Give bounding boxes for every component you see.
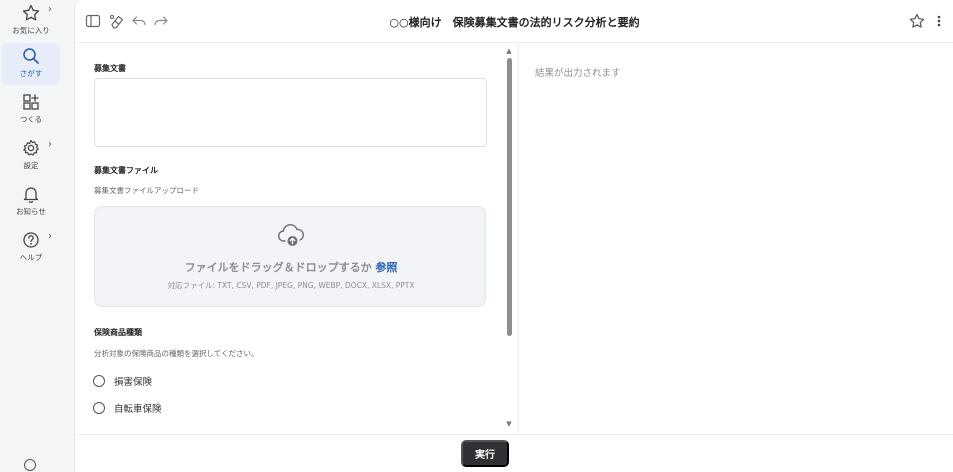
- sidebar: › お気に入り さがす つくる › 設定 お知らせ › ヘルプ: [0, 0, 62, 472]
- browse-link[interactable]: 参照: [375, 261, 397, 274]
- input-form: 募集文書 募集文書ファイル 募集文書ファイルアップロード ファイルをドラッグ＆ド…: [75, 44, 518, 434]
- product-type-help: 分析対象の保険商品の種類を選択してください。: [94, 349, 259, 358]
- sidebar-item-label: 設定: [23, 161, 39, 170]
- scrollbar-thumb[interactable]: [507, 58, 512, 336]
- sidebar-item-create[interactable]: つくる: [2, 89, 60, 131]
- dropzone-text: ファイルをドラッグ＆ドロップするか 参照: [95, 259, 487, 275]
- radio-option-property[interactable]: 損害保険: [93, 374, 152, 388]
- scroll-up-arrow-icon[interactable]: ▲: [505, 47, 513, 55]
- sidebar-item-notifications[interactable]: お知らせ: [2, 181, 60, 223]
- radio-label: 自転車保険: [114, 404, 162, 415]
- sidebar-item-help[interactable]: › ヘルプ: [2, 227, 60, 269]
- sidebar-item-search[interactable]: さがす: [2, 43, 60, 85]
- sidebar-item-label: つくる: [19, 115, 43, 124]
- sidebar-item-settings[interactable]: › 設定: [2, 135, 60, 177]
- chevron-right-icon: ›: [48, 139, 52, 150]
- document-file-help: 募集文書ファイルアップロード: [94, 186, 199, 195]
- scroll-down-arrow-icon[interactable]: ▼: [505, 420, 513, 428]
- sidebar-item-label: お気に入り: [12, 26, 50, 35]
- radio-button[interactable]: [93, 402, 105, 414]
- cloud-upload-icon: [278, 224, 305, 246]
- radio-label: 損害保険: [114, 377, 153, 388]
- chevron-right-icon: ›: [48, 4, 52, 15]
- document-file-label: 募集文書ファイル: [94, 166, 158, 175]
- file-dropzone[interactable]: ファイルをドラッグ＆ドロップするか 参照 対応ファイル: TXT, CSV, P…: [94, 206, 486, 307]
- help-icon: [23, 232, 39, 248]
- sidebar-item-label: ヘルプ: [19, 253, 43, 262]
- chevron-right-icon: ›: [48, 231, 52, 242]
- favorite-star-icon[interactable]: [908, 12, 926, 30]
- grid-plus-icon: [23, 94, 39, 110]
- pane-divider: [518, 44, 519, 434]
- sidebar-item-label: さがす: [19, 69, 43, 78]
- search-icon: [23, 48, 39, 64]
- main-panel: ○○様向け 保険募集文書の法的リスク分析と要約 募集文書 募集文書ファイル 募集…: [74, 0, 953, 472]
- top-bar: ○○様向け 保険募集文書の法的リスク分析と要約: [75, 0, 953, 43]
- product-type-label: 保険商品種類: [94, 328, 142, 337]
- gear-icon: [23, 139, 39, 156]
- page-title: ○○様向け 保険募集文書の法的リスク分析と要約: [389, 16, 640, 29]
- action-bar: 実行: [75, 434, 953, 472]
- result-placeholder: 結果が出力されます: [535, 68, 621, 79]
- user-avatar-icon[interactable]: [24, 459, 36, 471]
- sidebar-item-favorites[interactable]: › お気に入り: [2, 0, 60, 42]
- sidebar-item-label: お知らせ: [16, 207, 46, 216]
- run-button[interactable]: 実行: [461, 440, 509, 467]
- radio-button[interactable]: [93, 375, 105, 387]
- dropzone-main-text: ファイルをドラッグ＆ドロップするか: [184, 261, 372, 274]
- bell-icon: [23, 187, 39, 204]
- more-menu-icon[interactable]: [936, 12, 942, 30]
- star-icon: [22, 4, 40, 21]
- document-label: 募集文書: [94, 64, 126, 73]
- radio-option-bicycle[interactable]: 自転車保険: [93, 401, 162, 415]
- document-textarea[interactable]: [94, 78, 487, 147]
- supported-files-text: 対応ファイル: TXT, CSV, PDF, JPEG, PNG, WEBP, …: [167, 281, 415, 290]
